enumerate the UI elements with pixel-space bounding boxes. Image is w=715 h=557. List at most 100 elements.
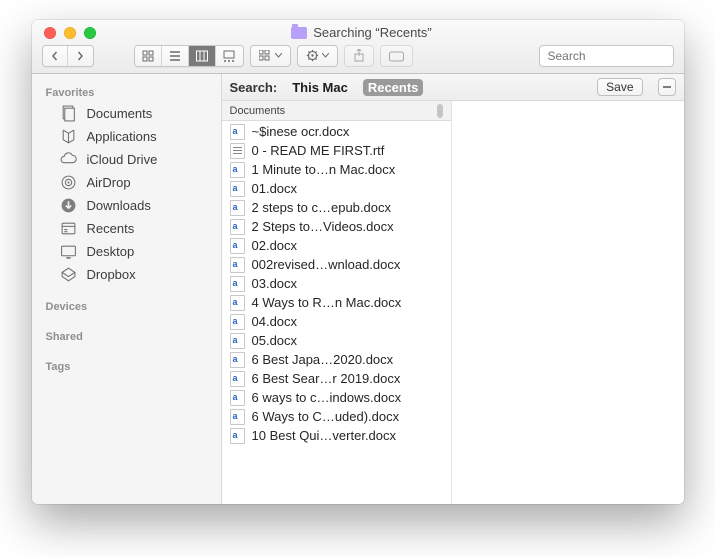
scope-recents[interactable]: Recents <box>363 79 424 96</box>
sidebar-item-icloud[interactable]: iCloud Drive <box>32 148 221 171</box>
scope-this-mac[interactable]: This Mac <box>287 79 353 96</box>
applications-icon <box>60 128 77 145</box>
docx-file-icon <box>230 162 245 178</box>
sidebar-item-dropbox[interactable]: Dropbox <box>32 263 221 286</box>
file-name: 4 Ways to R…n Mac.docx <box>252 295 402 310</box>
file-name: 02.docx <box>252 238 298 253</box>
remove-criteria-button[interactable] <box>658 78 676 96</box>
search-field[interactable]: ✕ <box>539 45 674 67</box>
file-name: 2 Steps to…Videos.docx <box>252 219 394 234</box>
search-input[interactable] <box>548 49 684 63</box>
back-button[interactable] <box>43 46 68 66</box>
sidebar-section-devices: Devices <box>32 296 221 316</box>
file-name: 04.docx <box>252 314 298 329</box>
sidebar-item-label: Recents <box>87 221 135 236</box>
sidebar-item-applications[interactable]: Applications <box>32 125 221 148</box>
docx-file-icon <box>230 276 245 292</box>
file-name: 03.docx <box>252 276 298 291</box>
save-button[interactable]: Save <box>597 78 642 96</box>
close-icon[interactable] <box>44 27 56 39</box>
docx-file-icon <box>230 352 245 368</box>
sidebar-item-airdrop[interactable]: AirDrop <box>32 171 221 194</box>
docx-file-icon <box>230 181 245 197</box>
sidebar-item-label: AirDrop <box>87 175 131 190</box>
file-name: 2 steps to c…epub.docx <box>252 200 391 215</box>
search-label: Search: <box>230 80 278 95</box>
sidebar-item-recents[interactable]: Recents <box>32 217 221 240</box>
file-row[interactable]: 2 Steps to…Videos.docx <box>222 217 451 236</box>
documents-icon <box>60 105 77 122</box>
main-area: Search: This Mac Recents Save Documents … <box>222 74 684 504</box>
file-row[interactable]: ~$inese ocr.docx <box>222 122 451 141</box>
scrollbar-thumb[interactable] <box>437 104 443 118</box>
file-row[interactable]: 2 steps to c…epub.docx <box>222 198 451 217</box>
recents-icon <box>60 220 77 237</box>
sidebar-section-tags: Tags <box>32 356 221 376</box>
docx-file-icon <box>230 371 245 387</box>
sidebar-section-favorites: Favorites <box>32 82 221 102</box>
cloud-icon <box>60 151 77 168</box>
columns-area: Documents ~$inese ocr.docx 0 - READ ME FI… <box>222 101 684 504</box>
view-columns-button[interactable] <box>189 46 216 66</box>
share-button[interactable] <box>344 45 374 67</box>
docx-file-icon <box>230 390 245 406</box>
file-row[interactable]: 1 Minute to…n Mac.docx <box>222 160 451 179</box>
sidebar: Favorites Documents Applications iCloud … <box>32 74 222 504</box>
docx-file-icon <box>230 314 245 330</box>
file-name: 0 - READ ME FIRST.rtf <box>252 143 385 158</box>
file-row[interactable]: 6 Ways to C…uded).docx <box>222 407 451 426</box>
file-row[interactable]: 6 ways to c…indows.docx <box>222 388 451 407</box>
file-row[interactable]: 02.docx <box>222 236 451 255</box>
sidebar-item-label: iCloud Drive <box>87 152 158 167</box>
sidebar-item-desktop[interactable]: Desktop <box>32 240 221 263</box>
column-header-label: Documents <box>230 105 286 117</box>
file-name: 6 Ways to C…uded).docx <box>252 409 400 424</box>
file-row[interactable]: 4 Ways to R…n Mac.docx <box>222 293 451 312</box>
docx-file-icon <box>230 333 245 349</box>
column-header[interactable]: Documents <box>222 101 451 121</box>
view-icons-button[interactable] <box>135 46 162 66</box>
view-list-button[interactable] <box>162 46 189 66</box>
docx-file-icon <box>230 124 245 140</box>
view-seg <box>134 45 244 67</box>
forward-button[interactable] <box>68 46 93 66</box>
view-gallery-button[interactable] <box>216 46 243 66</box>
file-row[interactable]: 05.docx <box>222 331 451 350</box>
rtf-file-icon <box>230 143 245 159</box>
file-name: 6 ways to c…indows.docx <box>252 390 402 405</box>
sidebar-item-downloads[interactable]: Downloads <box>32 194 221 217</box>
docx-file-icon <box>230 200 245 216</box>
file-row[interactable]: 10 Best Qui…verter.docx <box>222 426 451 445</box>
file-name: 002revised…wnload.docx <box>252 257 401 272</box>
file-name: 6 Best Japa…2020.docx <box>252 352 394 367</box>
window-title: Searching “Recents” <box>313 25 432 40</box>
nav-seg <box>42 45 94 67</box>
minus-icon <box>662 82 672 92</box>
sidebar-item-label: Documents <box>87 106 153 121</box>
empty-column <box>452 101 684 504</box>
action-button[interactable] <box>297 45 338 67</box>
file-row[interactable]: 01.docx <box>222 179 451 198</box>
dropbox-icon <box>60 266 77 283</box>
file-row[interactable]: 002revised…wnload.docx <box>222 255 451 274</box>
docx-file-icon <box>230 428 245 444</box>
tags-button[interactable] <box>380 45 413 67</box>
arrange-button[interactable] <box>250 45 291 67</box>
file-row[interactable]: 6 Best Sear…r 2019.docx <box>222 369 451 388</box>
docx-file-icon <box>230 409 245 425</box>
results-column: Documents ~$inese ocr.docx 0 - READ ME FI… <box>222 101 452 504</box>
file-name: 6 Best Sear…r 2019.docx <box>252 371 401 386</box>
file-row[interactable]: 0 - READ ME FIRST.rtf <box>222 141 451 160</box>
search-scope-bar: Search: This Mac Recents Save <box>222 74 684 101</box>
file-row[interactable]: 03.docx <box>222 274 451 293</box>
sidebar-section-shared: Shared <box>32 326 221 346</box>
docx-file-icon <box>230 238 245 254</box>
sidebar-item-documents[interactable]: Documents <box>32 102 221 125</box>
docx-file-icon <box>230 219 245 235</box>
folder-icon <box>291 27 307 39</box>
file-name: 05.docx <box>252 333 298 348</box>
finder-window: Searching “Recents” <box>32 20 684 504</box>
file-row[interactable]: 04.docx <box>222 312 451 331</box>
file-name: 01.docx <box>252 181 298 196</box>
file-row[interactable]: 6 Best Japa…2020.docx <box>222 350 451 369</box>
